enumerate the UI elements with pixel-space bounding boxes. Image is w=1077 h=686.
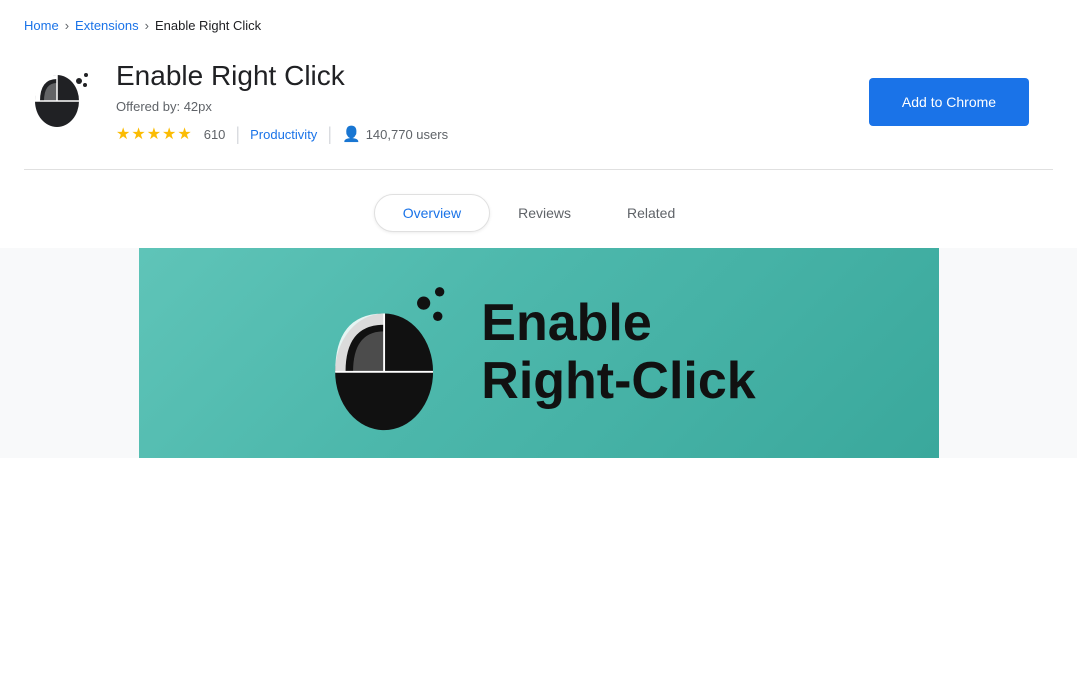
meta-row: ★ ★ ★ ★ ★ 610 | Productivity | 👤 140,770…: [116, 124, 849, 145]
breadcrumb-separator-1: ›: [65, 18, 69, 33]
users-count: 140,770 users: [366, 127, 448, 142]
star-3: ★: [147, 124, 161, 144]
tab-reviews[interactable]: Reviews: [490, 194, 599, 232]
star-5-half: ★: [177, 124, 191, 144]
users-meta: 👤 140,770 users: [342, 125, 448, 143]
extension-header: Enable Right Click Offered by: 42px ★ ★ …: [0, 43, 1077, 169]
banner-text-line1: Enable: [481, 295, 755, 352]
breadcrumb-extensions[interactable]: Extensions: [75, 18, 139, 33]
tab-related[interactable]: Related: [599, 194, 703, 232]
rating-count: 610: [204, 127, 226, 142]
stars: ★ ★ ★ ★ ★: [116, 124, 192, 144]
tab-overview[interactable]: Overview: [374, 194, 490, 232]
tabs-container: Overview Reviews Related: [0, 170, 1077, 248]
category-link[interactable]: Productivity: [250, 127, 317, 142]
star-4: ★: [162, 124, 176, 144]
breadcrumb-current: Enable Right Click: [155, 18, 261, 33]
offered-by: Offered by: 42px: [116, 99, 849, 114]
breadcrumb: Home › Extensions › Enable Right Click: [0, 0, 1077, 43]
add-to-chrome-button[interactable]: Add to Chrome: [869, 78, 1029, 126]
extension-icon: [24, 59, 96, 131]
extension-info: Enable Right Click Offered by: 42px ★ ★ …: [116, 59, 849, 145]
star-2: ★: [131, 124, 145, 144]
banner-text: Enable Right-Click: [481, 295, 755, 409]
banner-text-line2: Right-Click: [481, 353, 755, 410]
users-icon: 👤: [342, 125, 361, 143]
banner-container: Enable Right-Click: [0, 248, 1077, 458]
breadcrumb-home[interactable]: Home: [24, 18, 59, 33]
banner-mouse-icon: [321, 273, 451, 433]
meta-sep-2: |: [327, 124, 332, 145]
banner-image: Enable Right-Click: [139, 248, 939, 458]
banner-content: Enable Right-Click: [321, 273, 755, 433]
star-1: ★: [116, 124, 130, 144]
meta-sep-1: |: [235, 124, 240, 145]
extension-title: Enable Right Click: [116, 59, 849, 93]
breadcrumb-separator-2: ›: [145, 18, 149, 33]
